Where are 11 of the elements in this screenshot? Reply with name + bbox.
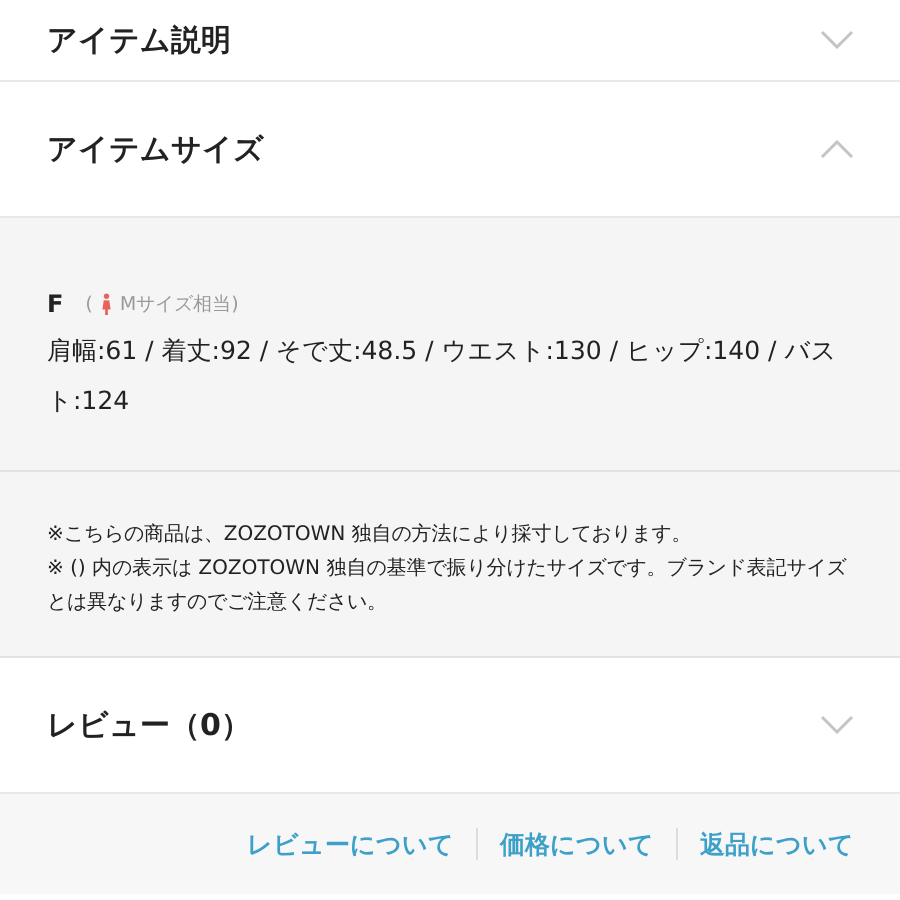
size-paren: (	[85, 293, 93, 315]
note-text: ※こちらの商品は、ZOZOTOWN 独自の方法により採寸しております。	[47, 520, 693, 547]
section-title: アイテム説明	[47, 22, 231, 60]
woman-icon	[100, 293, 112, 315]
accordion-header[interactable]: アイテム説明	[0, 0, 900, 82]
note-text: ※ () 内の表示は ZOZOTOWN 独自の基準で振り分けたサイズです。ブランド表記サイズとは異なりますのでご注意ください。	[47, 554, 848, 615]
section-title: アイテムサイズ	[47, 130, 264, 168]
measurements: 肩幅:61 / 着丈:92 / そで丈:48.5 / ウエスト:130 / ヒップ:140 / バスト:124	[47, 335, 838, 417]
section-title: レビュー（0）	[47, 706, 251, 744]
size-label: F	[47, 290, 64, 318]
size-equivalent: Mサイズ相当)	[120, 292, 239, 317]
